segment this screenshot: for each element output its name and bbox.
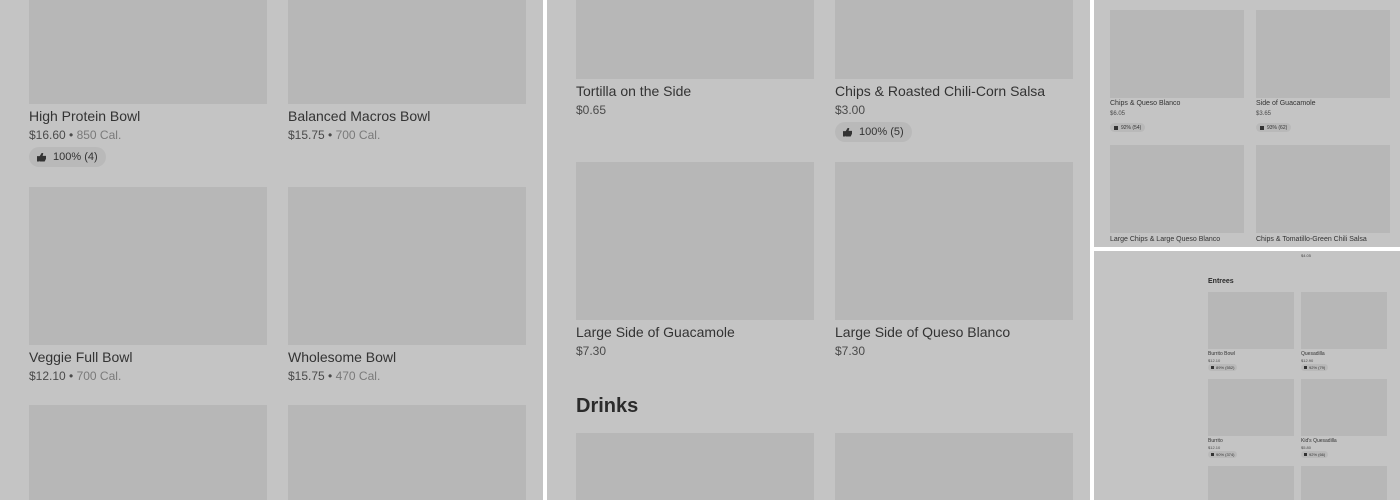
rating-badge: 92% (79) <box>1301 364 1329 371</box>
rating-badge: 100% (4) <box>29 147 106 167</box>
item-name[interactable]: Side of Guacamole <box>1256 100 1316 107</box>
item-name[interactable]: Burrito <box>1208 438 1223 444</box>
item-price: $16.60 • 850 Cal. <box>29 128 122 142</box>
section-heading-entrees: Entrees <box>1208 278 1234 285</box>
item-image-chips-queso[interactable] <box>1110 10 1244 98</box>
item-price: $0.65 <box>576 103 607 117</box>
item-name[interactable]: Chips & Queso Blanco <box>1110 100 1180 107</box>
item-price: $12.10 • 700 Cal. <box>29 369 122 383</box>
item-price: $4.05 <box>1301 253 1312 258</box>
item-image-large-guacamole[interactable] <box>576 162 814 320</box>
item-image-chips-salsa[interactable] <box>835 0 1073 79</box>
item-image-chips-tomatillo[interactable] <box>1256 145 1390 233</box>
item-price: $3.65 <box>1256 111 1272 117</box>
menu-panel-chips: Chips & Queso Blanco $6.05 92% (54) Side… <box>1094 0 1400 247</box>
item-price: $12.10 <box>1208 358 1221 363</box>
item-image-quesadilla[interactable] <box>1301 292 1387 349</box>
item-image[interactable] <box>1301 466 1387 500</box>
rating-badge: 89% (552) <box>1208 364 1238 371</box>
rating-badge: 90% (374) <box>1208 451 1238 458</box>
item-image-wholesome-bowl[interactable] <box>288 187 526 345</box>
item-price: $5.80 <box>1301 445 1312 450</box>
item-name[interactable]: Large Chips & Large Queso Blanco <box>1110 236 1220 243</box>
thumbs-up-icon <box>1260 125 1264 130</box>
item-name[interactable]: Kid's Quesadilla <box>1301 438 1337 444</box>
item-name[interactable]: Large Side of Queso Blanco <box>835 324 1010 340</box>
thumbs-up-icon <box>843 127 852 137</box>
thumbs-up-icon <box>1304 366 1307 369</box>
item-name[interactable]: Tortilla on the Side <box>576 83 691 99</box>
item-name[interactable]: Large Side of Guacamole <box>576 324 735 340</box>
item-price: $6.05 <box>1110 111 1126 117</box>
item-image-large-queso[interactable] <box>835 162 1073 320</box>
item-image[interactable] <box>835 433 1073 500</box>
item-price: $3.00 <box>835 103 866 117</box>
thumbs-up-icon <box>37 152 46 162</box>
item-image-tortilla[interactable] <box>576 0 814 79</box>
menu-panel-entrees: $4.05 Entrees Burrito Bowl $12.10 89% (5… <box>1094 251 1400 500</box>
item-image-high-protein-bowl[interactable] <box>29 0 267 104</box>
thumbs-up-icon <box>1114 125 1118 130</box>
item-name[interactable]: Quesadilla <box>1301 351 1325 357</box>
item-name[interactable]: Chips & Tomatillo-Green Chili Salsa <box>1256 236 1367 243</box>
item-image[interactable] <box>29 405 267 500</box>
item-name[interactable]: Balanced Macros Bowl <box>288 108 430 124</box>
item-image[interactable] <box>1208 466 1294 500</box>
item-price: $12.10 <box>1208 445 1221 450</box>
rating-badge: 100% (5) <box>835 122 912 142</box>
section-heading-drinks: Drinks <box>576 395 639 417</box>
item-image-veggie-full-bowl[interactable] <box>29 187 267 345</box>
thumbs-up-icon <box>1304 453 1307 456</box>
item-image-burrito-bowl[interactable] <box>1208 292 1294 349</box>
item-image[interactable] <box>288 405 526 500</box>
item-price: $7.30 <box>576 344 607 358</box>
item-name[interactable]: Veggie Full Bowl <box>29 349 133 365</box>
item-price: $12.90 <box>1301 358 1314 363</box>
item-price: $15.75 • 470 Cal. <box>288 369 381 383</box>
item-name[interactable]: Burrito Bowl <box>1208 351 1235 357</box>
item-price: $15.75 • 700 Cal. <box>288 128 381 142</box>
rating-badge: 92% (66) <box>1301 451 1329 458</box>
item-image-large-chips-queso[interactable] <box>1110 145 1244 233</box>
item-image-balanced-macros-bowl[interactable] <box>288 0 526 104</box>
item-name[interactable]: Wholesome Bowl <box>288 349 396 365</box>
item-image[interactable] <box>576 433 814 500</box>
rating-badge: 92% (54) <box>1110 123 1146 132</box>
item-image-burrito[interactable] <box>1208 379 1294 436</box>
item-price: $7.30 <box>835 344 866 358</box>
item-name[interactable]: Chips & Roasted Chili-Corn Salsa <box>835 83 1045 99</box>
menu-panel-bowls: High Protein Bowl $16.60 • 850 Cal. 100%… <box>0 0 543 500</box>
thumbs-up-icon <box>1211 366 1214 369</box>
item-image-kids-quesadilla[interactable] <box>1301 379 1387 436</box>
thumbs-up-icon <box>1211 453 1214 456</box>
rating-badge: 93% (62) <box>1256 123 1292 132</box>
item-image-side-guacamole[interactable] <box>1256 10 1390 98</box>
menu-panel-sides: Tortilla on the Side $0.65 Chips & Roast… <box>547 0 1090 500</box>
item-name[interactable]: High Protein Bowl <box>29 108 140 124</box>
